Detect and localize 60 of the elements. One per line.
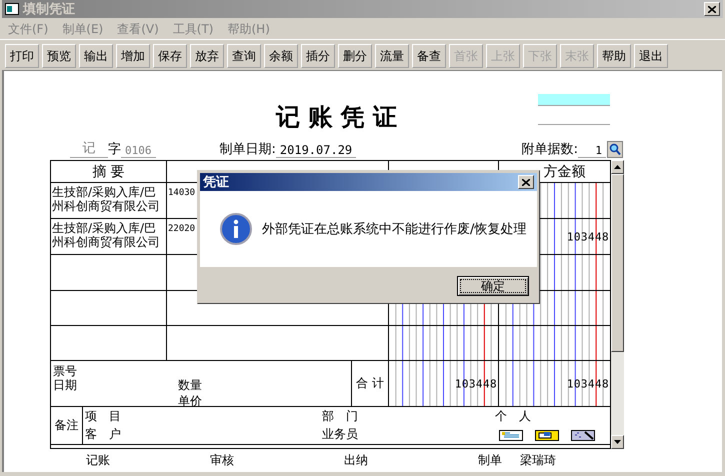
info-icon <box>220 213 252 245</box>
scrollbar[interactable] <box>611 160 624 449</box>
signature-label: 审核 <box>210 452 234 469</box>
salesperson-label: 业务员 <box>322 426 359 443</box>
pencil-icon[interactable] <box>571 430 595 440</box>
attachments-field[interactable]: 1 <box>578 144 606 158</box>
project-label: 项 目 <box>85 408 122 425</box>
voucher-number-field[interactable]: 0106 <box>121 144 156 158</box>
highlight-field <box>538 94 610 106</box>
scroll-up-button[interactable] <box>611 160 624 174</box>
signature-label: 出纳 <box>344 452 368 469</box>
close-button[interactable] <box>518 175 534 189</box>
word-label: 字 <box>108 141 121 158</box>
close-button[interactable] <box>704 2 720 16</box>
date-label: 日期 <box>53 377 78 393</box>
window-icon <box>5 3 19 15</box>
toolbar-button[interactable]: 输出 <box>79 44 113 68</box>
toolbar-button[interactable]: 备查 <box>412 44 446 68</box>
toolbar-button[interactable]: 预览 <box>42 44 76 68</box>
toolbar-button[interactable]: 保存 <box>153 44 187 68</box>
up-arrow-icon <box>614 165 621 169</box>
card-icon[interactable] <box>499 430 523 440</box>
search-icon[interactable] <box>607 141 623 158</box>
date-field[interactable]: 2019.07.29 <box>276 143 356 158</box>
customer-label: 客 户 <box>85 426 122 443</box>
scroll-thumb[interactable] <box>611 174 624 352</box>
department-label: 部 门 <box>322 408 359 425</box>
quantity-label: 数量 <box>178 377 203 393</box>
toolbar-button[interactable]: 帮助 <box>597 44 631 68</box>
toolbar-button[interactable]: 放弃 <box>190 44 224 68</box>
close-icon <box>522 178 530 186</box>
toolbar-button[interactable]: 余额 <box>264 44 298 68</box>
toolbar-button[interactable]: 删分 <box>338 44 372 68</box>
remarks-label: 备注 <box>51 407 83 444</box>
summary-cell: 生技部/采购入库/巴州科创商贸有限公司 <box>51 183 167 219</box>
ok-button[interactable]: 确定 <box>457 276 529 296</box>
signature-label: 制单 <box>478 452 502 469</box>
toolbar-button[interactable]: 插分 <box>301 44 335 68</box>
attachments-label: 附单据数: <box>522 141 578 158</box>
window-title: 填制凭证 <box>23 1 76 18</box>
ticket-label: 票号 <box>53 363 78 377</box>
date-label: 制单日期: <box>220 141 276 158</box>
signature-label: 记账 <box>86 452 110 469</box>
column-header: 摘 要 <box>51 161 167 183</box>
toolbar-button[interactable]: 查询 <box>227 44 261 68</box>
total-label: 合 计 <box>351 361 388 406</box>
toolbar-button[interactable]: 退出 <box>634 44 668 68</box>
id-card-icon[interactable] <box>535 430 559 440</box>
scroll-down-button[interactable] <box>611 435 624 449</box>
close-icon <box>708 6 716 12</box>
down-arrow-icon <box>614 440 621 444</box>
summary-cell: 生技部/采购入库/巴州科创商贸有限公司 <box>51 219 167 255</box>
toolbar-button[interactable]: 打印 <box>5 44 39 68</box>
signature-name: 梁瑞琦 <box>520 452 556 469</box>
toolbar-button[interactable]: 流量 <box>375 44 409 68</box>
person-label: 个 人 <box>495 408 532 425</box>
toolbar-button[interactable]: 增加 <box>116 44 150 68</box>
price-label: 单价 <box>178 393 203 407</box>
voucher-type-field[interactable]: 记 <box>70 139 108 158</box>
voucher-title: 记 账 凭 证 <box>276 101 398 133</box>
